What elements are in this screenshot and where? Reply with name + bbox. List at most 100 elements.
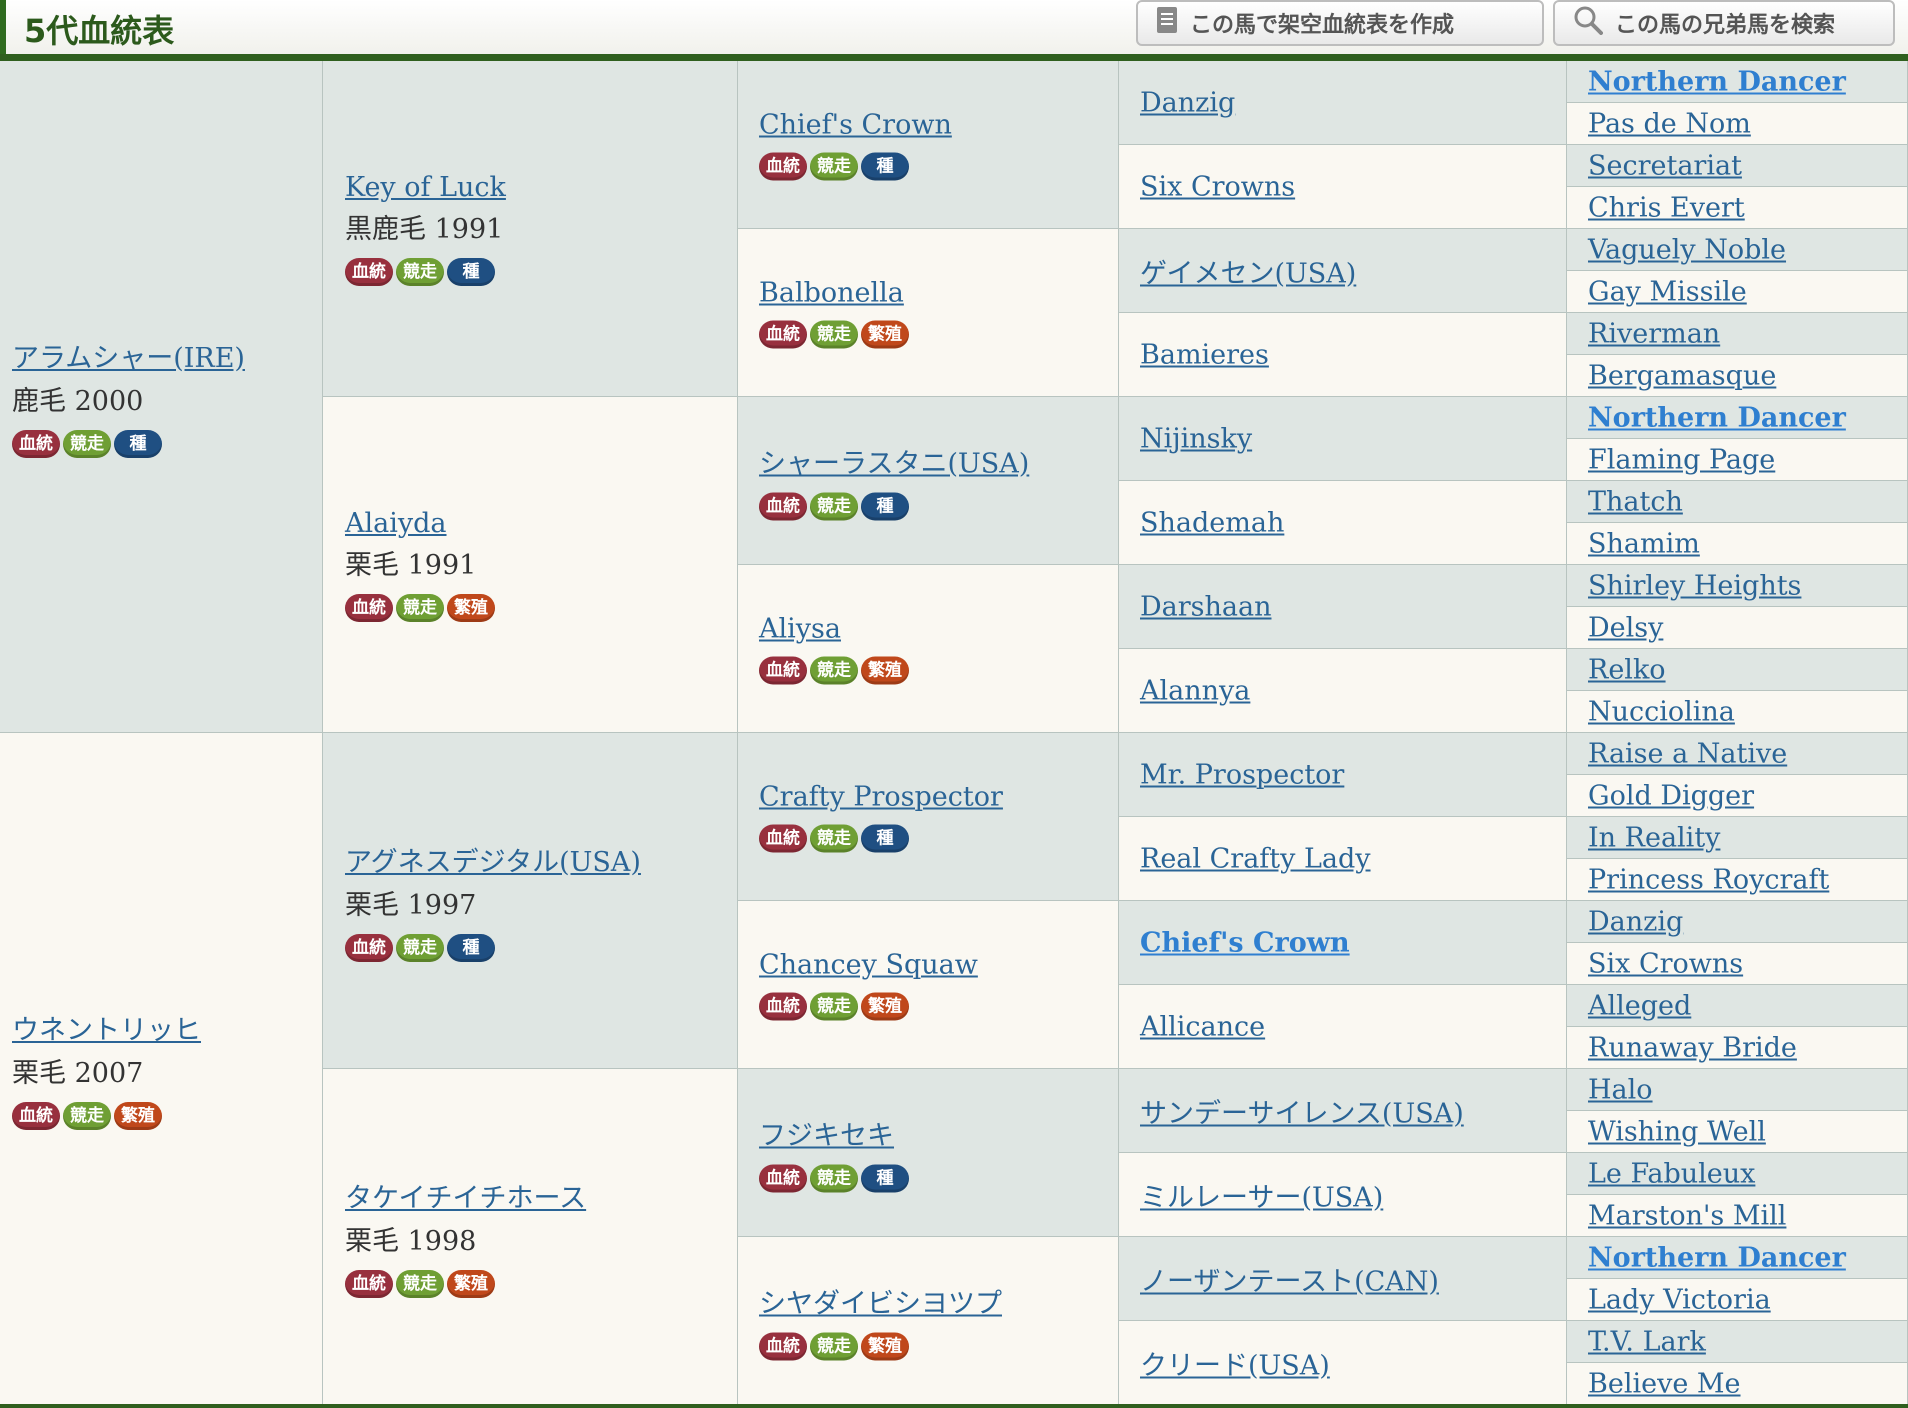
badge-shubo-button[interactable]: 種 <box>447 257 495 286</box>
badge-kyoso-button[interactable]: 競走 <box>810 492 858 520</box>
badge-hanshoku-button[interactable]: 繁殖 <box>861 992 909 1020</box>
horse-name-link[interactable]: クリード(USA) <box>1140 1343 1566 1382</box>
horse-name-link[interactable]: Believe Me <box>1588 1368 1907 1399</box>
horse-name-link[interactable]: ミルレーサー(USA) <box>1140 1175 1566 1214</box>
horse-name-link[interactable]: Riverman <box>1588 318 1907 349</box>
horse-name-link[interactable]: Danzig <box>1140 87 1566 118</box>
badge-ketto-button[interactable]: 血統 <box>759 656 807 684</box>
badge-shubo-button[interactable]: 種 <box>447 933 495 962</box>
horse-name-link[interactable]: アラムシャー(IRE) <box>12 336 322 375</box>
badge-hanshoku-button[interactable]: 繁殖 <box>447 593 495 622</box>
badge-ketto-button[interactable]: 血統 <box>759 320 807 348</box>
badge-ketto-button[interactable]: 血統 <box>759 1164 807 1192</box>
badge-ketto-button[interactable]: 血統 <box>345 593 393 622</box>
horse-name-link[interactable]: サンデーサイレンス(USA) <box>1140 1091 1566 1130</box>
badge-kyoso-button[interactable]: 競走 <box>810 824 858 852</box>
horse-name-link[interactable]: Wishing Well <box>1588 1116 1907 1147</box>
badge-hanshoku-button[interactable]: 繁殖 <box>861 320 909 348</box>
badge-ketto-button[interactable]: 血統 <box>759 1332 807 1360</box>
horse-name-link[interactable]: Chief's Crown <box>1140 927 1566 958</box>
horse-name-link[interactable]: Aliysa <box>759 613 1118 644</box>
horse-name-link[interactable]: Chief's Crown <box>759 109 1118 140</box>
horse-name-link[interactable]: Flaming Page <box>1588 444 1907 475</box>
horse-name-link[interactable]: Chancey Squaw <box>759 949 1118 980</box>
horse-name-link[interactable]: Alleged <box>1588 990 1907 1021</box>
badge-shubo-button[interactable]: 種 <box>861 152 909 180</box>
horse-name-link[interactable]: Relko <box>1588 654 1907 685</box>
horse-name-link[interactable]: Thatch <box>1588 486 1907 517</box>
badge-ketto-button[interactable]: 血統 <box>345 1269 393 1298</box>
badge-shubo-button[interactable]: 種 <box>861 824 909 852</box>
horse-name-link[interactable]: Secretariat <box>1588 150 1907 181</box>
badge-shubo-button[interactable]: 種 <box>861 1164 909 1192</box>
badge-hanshoku-button[interactable]: 繁殖 <box>114 1101 162 1130</box>
badge-ketto-button[interactable]: 血統 <box>759 152 807 180</box>
create-fictional-pedigree-button[interactable]: この馬で架空血統表を作成 <box>1136 0 1544 46</box>
badge-ketto-button[interactable]: 血統 <box>759 992 807 1020</box>
horse-name-link[interactable]: シヤダイビシヨツプ <box>759 1281 1118 1320</box>
horse-name-link[interactable]: Alannya <box>1140 675 1566 706</box>
horse-name-link[interactable]: Marston's Mill <box>1588 1200 1907 1231</box>
horse-name-link[interactable]: Vaguely Noble <box>1588 234 1907 265</box>
badge-kyoso-button[interactable]: 競走 <box>810 1164 858 1192</box>
horse-name-link[interactable]: Bergamasque <box>1588 360 1907 391</box>
horse-name-link[interactable]: タケイチイチホース <box>345 1176 737 1215</box>
horse-name-link[interactable]: Raise a Native <box>1588 738 1907 769</box>
horse-name-link[interactable]: Allicance <box>1140 1011 1566 1042</box>
horse-name-link[interactable]: Six Crowns <box>1588 948 1907 979</box>
horse-name-link[interactable]: Le Fabuleux <box>1588 1158 1907 1189</box>
horse-name-link[interactable]: Lady Victoria <box>1588 1284 1907 1315</box>
badge-hanshoku-button[interactable]: 繁殖 <box>861 656 909 684</box>
badge-ketto-button[interactable]: 血統 <box>759 492 807 520</box>
horse-name-link[interactable]: Princess Roycraft <box>1588 864 1907 895</box>
horse-name-link[interactable]: Mr. Prospector <box>1140 759 1566 790</box>
badge-kyoso-button[interactable]: 競走 <box>396 257 444 286</box>
badge-kyoso-button[interactable]: 競走 <box>63 429 111 458</box>
horse-name-link[interactable]: Nijinsky <box>1140 423 1566 454</box>
horse-name-link[interactable]: Halo <box>1588 1074 1907 1105</box>
search-siblings-button[interactable]: この馬の兄弟馬を検索 <box>1553 0 1895 46</box>
badge-ketto-button[interactable]: 血統 <box>12 1101 60 1130</box>
badge-kyoso-button[interactable]: 競走 <box>810 656 858 684</box>
badge-kyoso-button[interactable]: 競走 <box>396 1269 444 1298</box>
badge-kyoso-button[interactable]: 競走 <box>63 1101 111 1130</box>
badge-kyoso-button[interactable]: 競走 <box>810 992 858 1020</box>
horse-name-link[interactable]: Northern Dancer <box>1588 66 1907 97</box>
badge-ketto-button[interactable]: 血統 <box>345 257 393 286</box>
horse-name-link[interactable]: Balbonella <box>759 277 1118 308</box>
horse-name-link[interactable]: Danzig <box>1588 906 1907 937</box>
horse-name-link[interactable]: Shademah <box>1140 507 1566 538</box>
horse-name-link[interactable]: Runaway Bride <box>1588 1032 1907 1063</box>
horse-name-link[interactable]: シャーラスタニ(USA) <box>759 441 1118 480</box>
horse-name-link[interactable]: Real Crafty Lady <box>1140 843 1566 874</box>
horse-name-link[interactable]: ゲイメセン(USA) <box>1140 251 1566 290</box>
horse-name-link[interactable]: フジキセキ <box>759 1113 1118 1152</box>
horse-name-link[interactable]: Key of Luck <box>345 172 737 203</box>
horse-name-link[interactable]: Darshaan <box>1140 591 1566 622</box>
horse-name-link[interactable]: Northern Dancer <box>1588 402 1907 433</box>
horse-name-link[interactable]: Gay Missile <box>1588 276 1907 307</box>
horse-name-link[interactable]: T.V. Lark <box>1588 1326 1907 1357</box>
badge-hanshoku-button[interactable]: 繁殖 <box>861 1332 909 1360</box>
badge-kyoso-button[interactable]: 競走 <box>810 320 858 348</box>
horse-name-link[interactable]: Shirley Heights <box>1588 570 1907 601</box>
horse-name-link[interactable]: Alaiyda <box>345 508 737 539</box>
badge-ketto-button[interactable]: 血統 <box>345 933 393 962</box>
badge-kyoso-button[interactable]: 競走 <box>810 1332 858 1360</box>
horse-name-link[interactable]: Pas de Nom <box>1588 108 1907 139</box>
badge-kyoso-button[interactable]: 競走 <box>396 593 444 622</box>
horse-name-link[interactable]: Shamim <box>1588 528 1907 559</box>
badge-kyoso-button[interactable]: 競走 <box>810 152 858 180</box>
horse-name-link[interactable]: アグネスデジタル(USA) <box>345 840 737 879</box>
horse-name-link[interactable]: Nucciolina <box>1588 696 1907 727</box>
badge-kyoso-button[interactable]: 競走 <box>396 933 444 962</box>
horse-name-link[interactable]: Crafty Prospector <box>759 781 1118 812</box>
horse-name-link[interactable]: Bamieres <box>1140 339 1566 370</box>
horse-name-link[interactable]: Six Crowns <box>1140 171 1566 202</box>
badge-shubo-button[interactable]: 種 <box>861 492 909 520</box>
horse-name-link[interactable]: Delsy <box>1588 612 1907 643</box>
badge-shubo-button[interactable]: 種 <box>114 429 162 458</box>
horse-name-link[interactable]: Chris Evert <box>1588 192 1907 223</box>
horse-name-link[interactable]: ノーザンテースト(CAN) <box>1140 1259 1566 1298</box>
badge-hanshoku-button[interactable]: 繁殖 <box>447 1269 495 1298</box>
